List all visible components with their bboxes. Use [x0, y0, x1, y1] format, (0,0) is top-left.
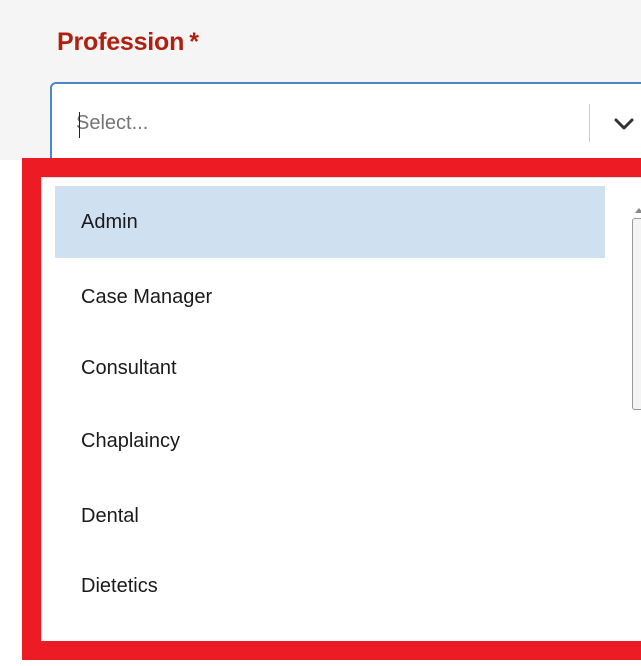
option-dental[interactable]: Dental — [55, 480, 605, 552]
chevron-down-icon[interactable] — [612, 112, 636, 136]
option-chaplaincy[interactable]: Chaplaincy — [55, 405, 605, 477]
profession-select[interactable] — [50, 82, 641, 166]
option-label: Admin — [81, 210, 138, 233]
option-label: Consultant — [81, 356, 177, 379]
option-admin[interactable]: Admin — [55, 186, 605, 258]
option-label: Dental — [81, 504, 139, 527]
dropdown-scrollbar[interactable] — [632, 218, 641, 410]
text-cursor — [79, 112, 80, 138]
screen: Profession* Admin Case Manager Consultan… — [0, 0, 641, 666]
scroll-up-arrow-icon[interactable] — [635, 208, 641, 213]
option-case-manager[interactable]: Case Manager — [55, 261, 605, 333]
option-label: Case Manager — [81, 285, 213, 308]
indicator-separator — [589, 104, 590, 142]
profession-search-input[interactable] — [76, 112, 556, 135]
profession-label-text: Profession — [57, 28, 185, 56]
option-label: Chaplaincy — [81, 429, 180, 452]
required-marker: * — [189, 28, 199, 56]
profession-label: Profession * — [57, 28, 199, 57]
option-dietetics[interactable]: Dietetics — [55, 550, 605, 622]
option-consultant[interactable]: Consultant — [55, 332, 605, 404]
profession-dropdown-menu: Admin Case Manager Consultant Chaplaincy… — [41, 177, 641, 641]
option-label: Dietetics — [81, 574, 158, 597]
